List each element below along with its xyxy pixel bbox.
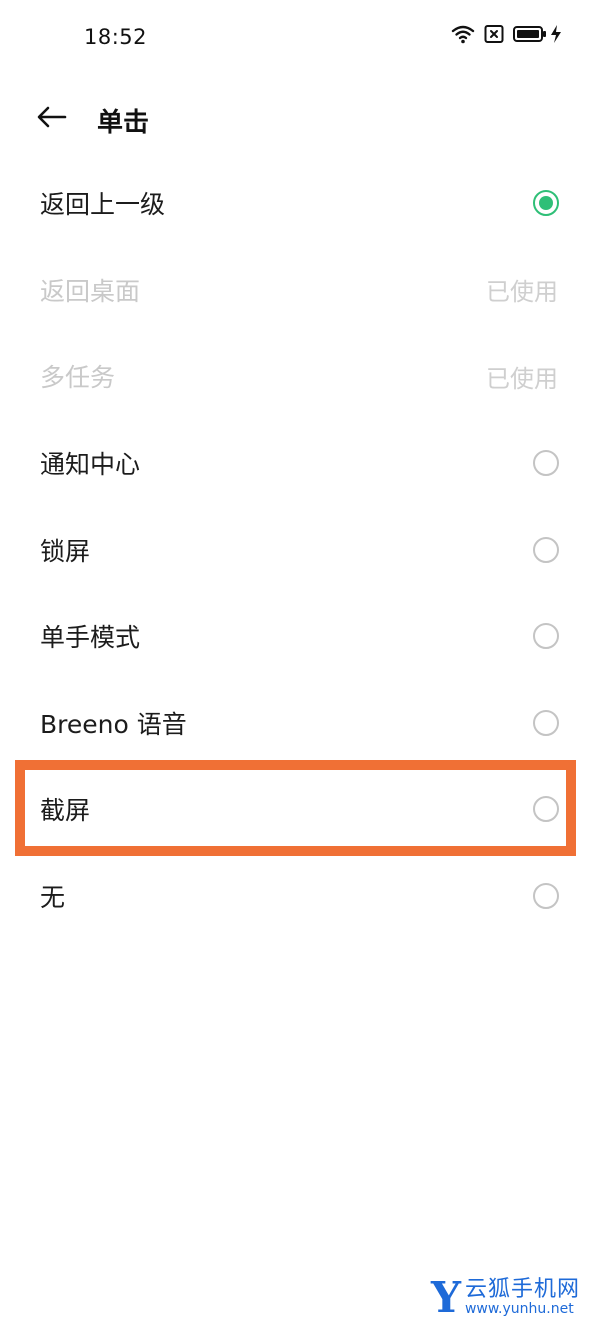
arrow-left-icon [37, 106, 67, 132]
radio-icon[interactable] [533, 450, 559, 477]
status-icons [451, 24, 562, 44]
option-multitask: 多任务 已使用 [0, 333, 600, 420]
option-one-hand-mode[interactable]: 单手模式 [0, 593, 600, 680]
option-none[interactable]: 无 [0, 853, 600, 940]
wifi-icon [451, 24, 475, 44]
sim-x-icon [484, 24, 504, 44]
option-label: 通知中心 [40, 450, 141, 480]
radio-icon[interactable] [533, 796, 559, 823]
option-breeno-voice[interactable]: Breeno 语音 [0, 680, 600, 767]
page-title: 单击 [97, 108, 150, 138]
header: 单击 [0, 88, 600, 150]
option-label: Breeno 语音 [40, 709, 187, 739]
battery-icon [513, 24, 547, 44]
charging-bolt-icon [550, 24, 562, 44]
option-label: 返回上一级 [40, 190, 166, 220]
option-home: 返回桌面 已使用 [0, 247, 600, 334]
option-label: 多任务 [40, 363, 116, 393]
status-bar: 18:52 [0, 0, 600, 76]
screen: 18:52 单击 返回上一级 返回桌面 已使用 多任务 已使用 通知中心 锁屏 … [0, 0, 600, 1333]
option-notification-center[interactable]: 通知中心 [0, 420, 600, 507]
radio-icon[interactable] [533, 709, 559, 736]
watermark-url: www.yunhu.net [464, 1301, 574, 1318]
option-label: 单手模式 [40, 623, 141, 653]
option-status: 已使用 [486, 364, 558, 393]
watermark-text: 云狐手机网 www.yunhu.net [465, 1278, 580, 1318]
radio-selected-icon[interactable] [533, 190, 559, 217]
option-status: 已使用 [486, 278, 558, 307]
option-list: 返回上一级 返回桌面 已使用 多任务 已使用 通知中心 锁屏 单手模式 Bree… [0, 160, 600, 939]
option-back-one-level[interactable]: 返回上一级 [0, 160, 600, 247]
option-screenshot[interactable]: 截屏 [0, 766, 600, 853]
watermark: Y 云狐手机网 www.yunhu.net [431, 1277, 580, 1319]
radio-icon[interactable] [533, 883, 559, 910]
option-lock-screen[interactable]: 锁屏 [0, 506, 600, 593]
back-button[interactable] [30, 98, 74, 140]
watermark-brand: 云狐手机网 [464, 1277, 580, 1303]
option-label: 返回桌面 [40, 276, 141, 306]
status-time: 18:52 [84, 25, 148, 49]
option-label: 锁屏 [40, 536, 91, 566]
radio-icon[interactable] [533, 536, 559, 563]
radio-icon[interactable] [533, 623, 559, 650]
option-label: 截屏 [40, 796, 91, 826]
option-label: 无 [40, 883, 66, 913]
watermark-logo: Y [431, 1273, 461, 1322]
